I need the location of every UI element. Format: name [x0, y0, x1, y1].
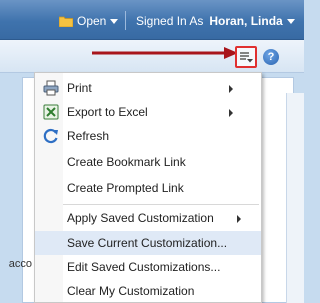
menu-item-edit-saved-customizations[interactable]: Edit Saved Customizations... [35, 255, 261, 279]
menu-item-label: Save Current Customization... [67, 236, 228, 250]
menu-item-label: Edit Saved Customizations... [67, 260, 221, 274]
menu-item-clear-my-customization[interactable]: Clear My Customization [35, 279, 261, 303]
signed-in-label: Signed In As [136, 14, 204, 28]
menu-item-create-bookmark-link[interactable]: Create Bookmark Link [35, 150, 261, 174]
menu-item-label: Create Prompted Link [67, 181, 184, 195]
menu-item-label: Create Bookmark Link [67, 155, 186, 169]
menu-item-print[interactable]: Print [35, 76, 261, 100]
annotation-arrow [92, 47, 238, 59]
menu-item-label: Clear My Customization [67, 284, 195, 298]
global-header: Open Signed In As Horan, Linda [0, 0, 304, 40]
page-options-button[interactable] [235, 46, 257, 68]
open-menu-button[interactable]: Open [59, 13, 119, 29]
dashboard-panel-edge [286, 93, 304, 303]
menu-item-export-excel[interactable]: Export to Excel [35, 100, 261, 124]
menu-item-label: Refresh [67, 129, 110, 143]
page-options-icon [240, 52, 253, 63]
help-icon[interactable]: ? [263, 49, 279, 65]
menu-item-label: Print [67, 81, 92, 95]
chevron-down-icon [110, 18, 119, 24]
open-menu-label: Open [77, 14, 107, 28]
menu-item-label: Apply Saved Customization [67, 211, 214, 225]
chevron-down-icon [286, 18, 295, 24]
background-text-fragment: acco [8, 258, 32, 270]
excel-icon [43, 104, 59, 120]
header-divider [125, 11, 126, 30]
folder-icon [59, 16, 73, 27]
submenu-arrow-icon [229, 109, 233, 117]
menu-item-label: Export to Excel [67, 105, 148, 119]
menu-separator [63, 204, 259, 205]
submenu-arrow-icon [229, 85, 233, 93]
submenu-arrow-icon [237, 215, 241, 223]
signed-in-info: Signed In As Horan, Linda [136, 13, 295, 29]
menu-item-save-current-customization[interactable]: Save Current Customization... [35, 231, 261, 255]
user-menu-button[interactable]: Horan, Linda [209, 14, 282, 28]
refresh-icon [43, 128, 58, 144]
menu-item-apply-saved-customization[interactable]: Apply Saved Customization [35, 206, 261, 230]
menu-item-create-prompted-link[interactable]: Create Prompted Link [35, 176, 261, 200]
printer-icon [43, 80, 59, 96]
page-options-menu: Print Export to Excel Refresh Create Boo… [34, 72, 262, 303]
menu-item-refresh[interactable]: Refresh [35, 124, 261, 148]
